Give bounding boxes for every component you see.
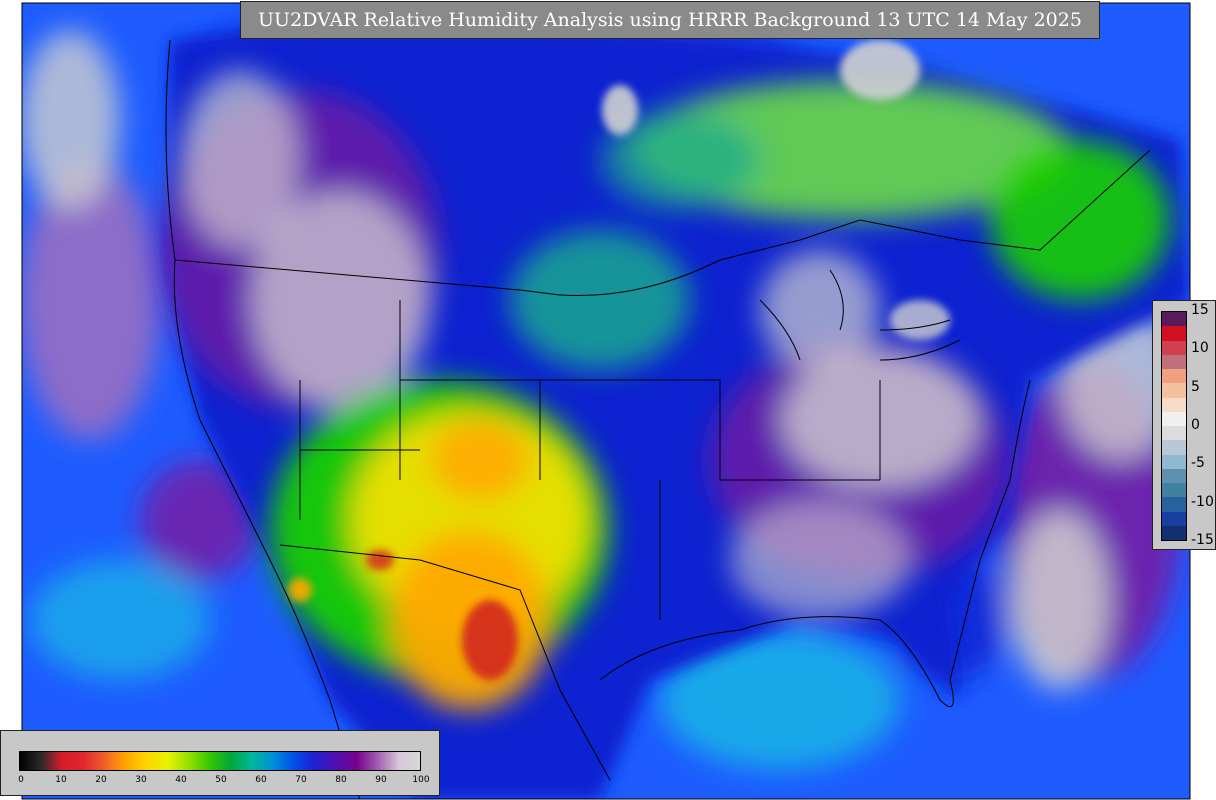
increment-band: [1162, 511, 1186, 526]
increment-band: [1162, 340, 1186, 355]
humidity-tick-label: 40: [175, 775, 187, 785]
humidity-tick-label: 20: [95, 775, 107, 785]
increment-band: [1162, 397, 1186, 412]
increment-band: [1162, 440, 1186, 455]
increment-band: [1162, 497, 1186, 512]
increment-band: [1162, 312, 1186, 327]
increment-colorbar-scale: [1161, 311, 1187, 541]
map-title: UU2DVAR Relative Humidity Analysis using…: [240, 1, 1100, 39]
humidity-map: [0, 0, 1216, 800]
humidity-tick-label: 100: [412, 775, 430, 785]
increment-band: [1162, 483, 1186, 498]
increment-tick-label: 15: [1191, 302, 1209, 318]
increment-tick-label: -10: [1191, 493, 1214, 510]
increment-band: [1162, 525, 1186, 540]
map-field: [22, 3, 1190, 799]
increment-tick-label: 0: [1191, 417, 1200, 433]
increment-tick-label: 5: [1191, 378, 1200, 395]
humidity-tick-label: 10: [55, 775, 67, 785]
humidity-tick-label: 0: [18, 775, 24, 785]
increment-tick-label: -15: [1191, 532, 1214, 548]
increment-colorbar: 15 10 5 0 -5 -10 -15: [1152, 300, 1216, 550]
humidity-colorbar-scale: [19, 751, 421, 771]
increment-band: [1162, 426, 1186, 441]
increment-band: [1162, 369, 1186, 384]
humidity-tick-label: 30: [135, 775, 147, 785]
increment-tick-label: 10: [1191, 340, 1209, 357]
humidity-tick-label: 60: [255, 775, 267, 785]
increment-tick-label: -5: [1191, 455, 1205, 472]
humidity-tick-label: 90: [375, 775, 387, 785]
increment-band: [1162, 411, 1186, 426]
increment-band: [1162, 454, 1186, 469]
humidity-tick-label: 50: [215, 775, 227, 785]
increment-band: [1162, 468, 1186, 483]
increment-band: [1162, 383, 1186, 398]
humidity-tick-label: 80: [335, 775, 347, 785]
increment-band: [1162, 354, 1186, 369]
increment-band: [1162, 326, 1186, 341]
humidity-colorbar: 0 10 20 30 40 50 60 70 80 90 100: [0, 730, 440, 796]
humidity-tick-label: 70: [295, 775, 307, 785]
